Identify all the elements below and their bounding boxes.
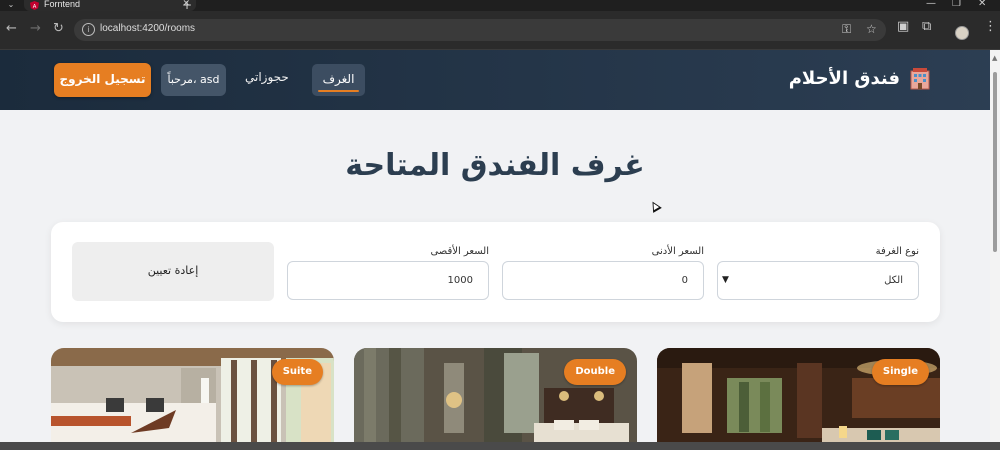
bookmark-star-icon[interactable]: ☆	[866, 22, 877, 36]
browser-menu-icon[interactable]: ⋮	[984, 20, 997, 34]
max-price-value: 1000	[447, 275, 473, 286]
profile-avatar[interactable]	[955, 26, 969, 40]
mouse-cursor-icon	[648, 199, 662, 213]
nav-bookings-link[interactable]: حجوزاتي	[245, 70, 289, 84]
min-price-value: 0	[681, 275, 688, 286]
url-text[interactable]: localhost:4200/rooms	[100, 23, 195, 34]
tab-search-icon[interactable]: ⌄	[3, 0, 19, 11]
room-type-badge: Single	[871, 359, 929, 385]
min-price-input[interactable]: 0	[502, 261, 704, 300]
forward-icon[interactable]: →	[30, 22, 41, 36]
extension-icon[interactable]: ▣	[897, 20, 909, 34]
tab-title: Forntend	[44, 0, 81, 9]
maximize-icon[interactable]: ❐	[952, 0, 961, 9]
browser-tab-strip: ⌄ A Forntend ✕ + — ❐ ✕	[0, 0, 1000, 12]
scroll-up-icon[interactable]: ▲	[992, 54, 997, 62]
max-price-input[interactable]: 1000	[287, 261, 489, 300]
page-scrollbar[interactable]: ▲	[990, 50, 1000, 442]
address-bar[interactable]: i localhost:4200/rooms ⚿ ☆	[74, 19, 886, 41]
hotel-building-icon	[910, 68, 930, 90]
filter-panel: نوع الغرفة الكل ▼ السعر الأدنى 0 السعر ا…	[51, 222, 940, 322]
page-title: غرف الفندق المتاحة	[345, 148, 645, 183]
room-type-badge: Suite	[271, 359, 323, 385]
browser-tab[interactable]: A Forntend ✕	[24, 0, 196, 11]
angular-favicon-icon: A	[30, 1, 39, 10]
room-type-value: الكل	[884, 275, 903, 286]
brand[interactable]: فندق الأحلام	[789, 66, 932, 90]
minimize-icon[interactable]: —	[926, 0, 936, 9]
close-window-icon[interactable]: ✕	[978, 0, 986, 9]
room-type-label: نوع الغرفة	[875, 246, 919, 257]
nav-rooms-link[interactable]: الغرف	[312, 64, 365, 96]
room-type-badge: Double	[564, 359, 626, 385]
room-card[interactable]: Double	[354, 348, 637, 450]
site-info-icon[interactable]: i	[82, 23, 95, 36]
logout-button[interactable]: تسجيل الخروج	[54, 63, 151, 97]
back-icon[interactable]: ←	[6, 22, 17, 36]
svg-text:A: A	[33, 4, 37, 10]
reload-icon[interactable]: ↻	[53, 22, 64, 36]
taskbar-edge	[0, 442, 1000, 450]
browser-toolbar: ← → ↻ i localhost:4200/rooms ⚿ ☆ ▣ ⧉ ⋮	[0, 11, 1000, 50]
room-card[interactable]: Suite	[51, 348, 334, 450]
scrollbar-thumb[interactable]	[993, 72, 997, 252]
room-card[interactable]: Single	[657, 348, 940, 450]
min-price-label: السعر الأدنى	[651, 246, 704, 257]
brand-name: فندق الأحلام	[788, 67, 900, 89]
reset-button[interactable]: إعادة تعيين	[72, 242, 274, 301]
extensions-puzzle-icon[interactable]: ⧉	[922, 20, 931, 34]
chevron-down-icon: ▼	[722, 275, 729, 285]
max-price-label: السعر الأقصى	[430, 246, 489, 257]
welcome-badge: مرحباً، asd	[161, 64, 226, 96]
room-type-select[interactable]: الكل ▼	[717, 261, 919, 300]
password-key-icon[interactable]: ⚿	[842, 22, 851, 37]
